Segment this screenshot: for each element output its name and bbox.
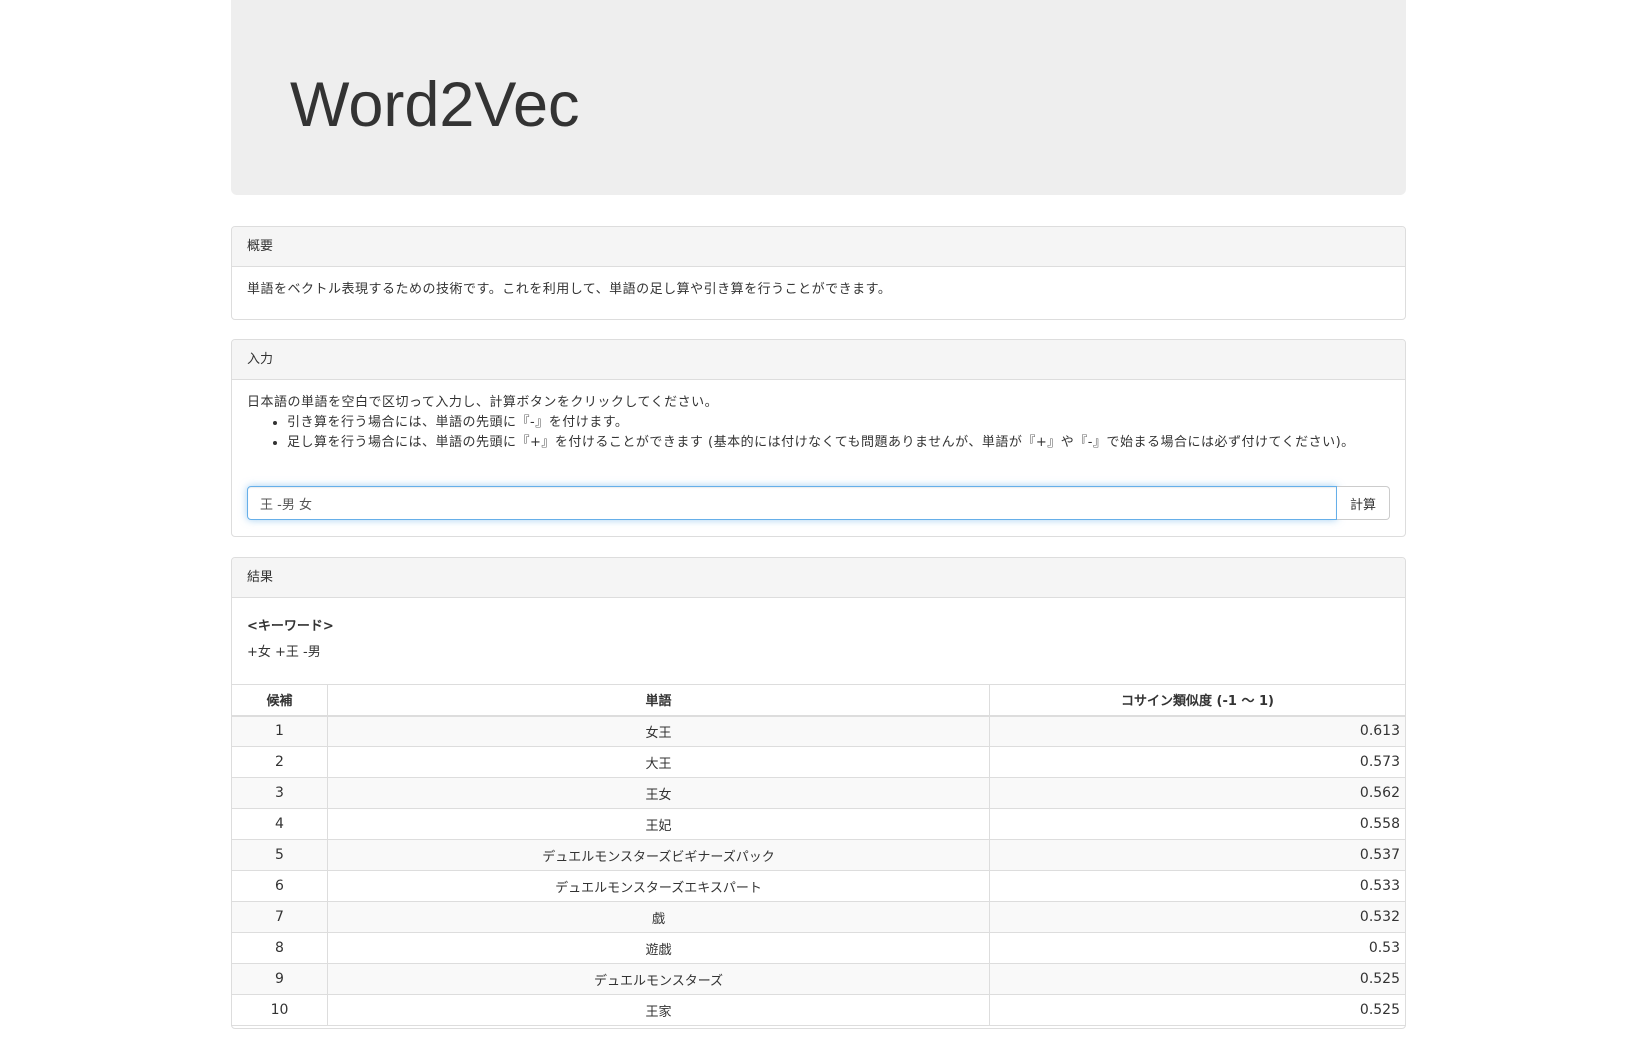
- rank-cell: 9: [231, 963, 328, 995]
- table-row: 9 デュエルモンスターズ 0.525: [231, 963, 1406, 995]
- page-title: Word2Vec: [290, 70, 580, 140]
- keyword-value: +女 +王 -男: [247, 645, 321, 660]
- word-cell: 女王: [327, 715, 990, 747]
- rule-subtraction: 引き算を行う場合には、単語の先頭に『-』を付けます。: [287, 413, 1390, 433]
- word-cell: デュエルモンスターズエキスパート: [327, 870, 990, 902]
- table-row: 4 王妃 0.558: [231, 808, 1406, 840]
- word-cell: 王家: [327, 994, 990, 1026]
- overview-panel-heading: 概要: [232, 227, 1405, 267]
- rule-addition: 足し算を行う場合には、単語の先頭に『+』を付けることができます (基本的には付け…: [287, 433, 1390, 453]
- column-header-word: 単語: [327, 684, 990, 717]
- rank-cell: 4: [231, 808, 328, 840]
- result-panel-body: <キーワード> +女 +王 -男: [232, 598, 1405, 672]
- rank-cell: 8: [231, 932, 328, 964]
- similarity-cell: 0.532: [989, 901, 1406, 933]
- calculate-button[interactable]: 計算: [1337, 486, 1390, 520]
- table-row: 2 大王 0.573: [231, 746, 1406, 778]
- similarity-cell: 0.613: [989, 715, 1406, 747]
- word-cell: 王妃: [327, 808, 990, 840]
- input-instruction: 日本語の単語を空白で区切って入力し、計算ボタンをクリックしてください。: [247, 395, 719, 410]
- rank-cell: 7: [231, 901, 328, 933]
- query-input-group: 計算: [247, 486, 1390, 520]
- overview-text: 単語をベクトル表現するための技術です。これを利用して、単語の足し算や引き算を行う…: [247, 282, 892, 297]
- result-panel: 結果 <キーワード> +女 +王 -男 候補 単語 コサイン類似度 (-1 〜 …: [231, 557, 1406, 1029]
- page-container: Word2Vec 概要 単語をベクトル表現するための技術です。これを利用して、単…: [231, 0, 1406, 1029]
- word-cell: 大王: [327, 746, 990, 778]
- similarity-cell: 0.53: [989, 932, 1406, 964]
- table-row: 6 デュエルモンスターズエキスパート 0.533: [231, 870, 1406, 902]
- input-panel-heading: 入力: [232, 340, 1405, 380]
- similarity-cell: 0.525: [989, 963, 1406, 995]
- similarity-cell: 0.558: [989, 808, 1406, 840]
- jumbotron-header: Word2Vec: [231, 0, 1406, 195]
- table-row: 5 デュエルモンスターズビギナーズパック 0.537: [231, 839, 1406, 871]
- rank-cell: 3: [231, 777, 328, 809]
- column-header-rank: 候補: [231, 684, 328, 717]
- input-rules-list: 引き算を行う場合には、単語の先頭に『-』を付けます。 足し算を行う場合には、単語…: [247, 413, 1390, 453]
- overview-panel-body: 単語をベクトル表現するための技術です。これを利用して、単語の足し算や引き算を行う…: [232, 267, 1405, 315]
- input-panel: 入力 日本語の単語を空白で区切って入力し、計算ボタンをクリックしてください。 引…: [231, 339, 1406, 537]
- similarity-cell: 0.537: [989, 839, 1406, 871]
- rank-cell: 10: [231, 994, 328, 1026]
- similarity-cell: 0.573: [989, 746, 1406, 778]
- similarity-cell: 0.562: [989, 777, 1406, 809]
- results-header-row: 候補 単語 コサイン類似度 (-1 〜 1): [231, 684, 1406, 717]
- table-row: 7 戯 0.532: [231, 901, 1406, 933]
- table-row: 1 女王 0.613: [231, 715, 1406, 747]
- table-row: 8 遊戯 0.53: [231, 932, 1406, 964]
- overview-panel: 概要 単語をベクトル表現するための技術です。これを利用して、単語の足し算や引き算…: [231, 226, 1406, 320]
- word-cell: デュエルモンスターズビギナーズパック: [327, 839, 990, 871]
- keyword-label: <キーワード>: [247, 619, 334, 634]
- results-table: 候補 単語 コサイン類似度 (-1 〜 1) 1 女王 0.613 2 大王 0…: [231, 684, 1406, 1026]
- rank-cell: 2: [231, 746, 328, 778]
- result-panel-heading: 結果: [232, 558, 1405, 598]
- input-panel-body: 日本語の単語を空白で区切って入力し、計算ボタンをクリックしてください。 引き算を…: [232, 380, 1405, 468]
- word-cell: デュエルモンスターズ: [327, 963, 990, 995]
- rank-cell: 5: [231, 839, 328, 871]
- similarity-cell: 0.533: [989, 870, 1406, 902]
- similarity-cell: 0.525: [989, 994, 1406, 1026]
- table-row: 10 王家 0.525: [231, 994, 1406, 1026]
- rank-cell: 6: [231, 870, 328, 902]
- query-input[interactable]: [247, 486, 1337, 520]
- table-row: 3 王女 0.562: [231, 777, 1406, 809]
- word-cell: 戯: [327, 901, 990, 933]
- word-cell: 遊戯: [327, 932, 990, 964]
- rank-cell: 1: [231, 715, 328, 747]
- word-cell: 王女: [327, 777, 990, 809]
- column-header-similarity: コサイン類似度 (-1 〜 1): [989, 684, 1406, 717]
